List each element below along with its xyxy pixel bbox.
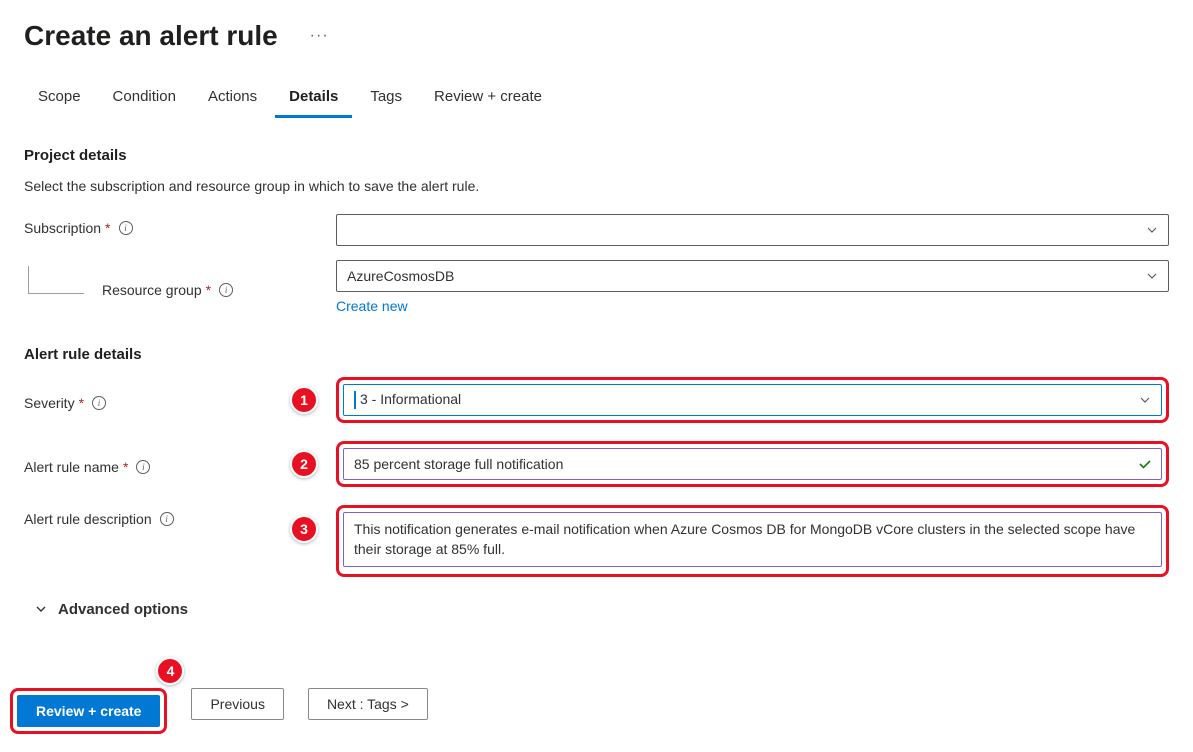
resource-group-label: Resource group xyxy=(102,282,202,298)
project-details-section: Project details Select the subscription … xyxy=(24,147,1169,314)
callout-badge-4: 4 xyxy=(156,657,184,685)
page-title: Create an alert rule xyxy=(24,20,278,52)
alert-rule-description-textarea[interactable] xyxy=(343,512,1162,567)
severity-label: Severity xyxy=(24,395,75,411)
tab-condition[interactable]: Condition xyxy=(99,80,190,118)
resource-group-value: AzureCosmosDB xyxy=(347,268,454,284)
chevron-down-icon xyxy=(34,602,48,616)
previous-button[interactable]: Previous xyxy=(191,688,283,720)
callout-badge-3: 3 xyxy=(290,515,318,543)
severity-row: Severity * i 1 3 - Informational xyxy=(24,377,1169,423)
alert-rule-name-row: Alert rule name * i 2 xyxy=(24,441,1169,487)
callout-badge-1: 1 xyxy=(290,386,318,414)
alert-rule-name-label-col: Alert rule name * i xyxy=(24,453,272,475)
required-star-icon: * xyxy=(123,459,128,475)
footer-bar: 4 Review + create Previous Next : Tags > xyxy=(0,670,1193,752)
details-content: Project details Select the subscription … xyxy=(0,119,1193,670)
advanced-options-label: Advanced options xyxy=(58,601,188,618)
callout-box-2 xyxy=(336,441,1169,487)
page-header: Create an alert rule ··· xyxy=(0,0,1193,60)
subscription-row: Subscription * i xyxy=(24,214,1169,246)
severity-value: 3 - Informational xyxy=(354,391,461,409)
next-tags-button[interactable]: Next : Tags > xyxy=(308,688,428,720)
alert-rule-details-section: Alert rule details Severity * i 1 3 - In… xyxy=(24,346,1169,618)
tab-tags[interactable]: Tags xyxy=(356,80,416,118)
alert-rule-details-title: Alert rule details xyxy=(24,346,1169,363)
resource-group-label-col: Resource group * i xyxy=(102,276,233,298)
more-actions-ellipsis-icon[interactable]: ··· xyxy=(306,23,333,49)
callout-box-3 xyxy=(336,505,1169,577)
resource-group-row: Resource group * i AzureCosmosDB Create … xyxy=(24,260,1169,314)
info-icon[interactable]: i xyxy=(219,283,233,297)
info-icon[interactable]: i xyxy=(160,512,174,526)
tab-review-create[interactable]: Review + create xyxy=(420,80,556,118)
required-star-icon: * xyxy=(206,282,211,298)
subscription-label: Subscription xyxy=(24,220,101,236)
chevron-down-icon xyxy=(1139,394,1151,406)
tab-actions[interactable]: Actions xyxy=(194,80,271,118)
check-icon xyxy=(1138,457,1152,471)
callout-box-4: 4 Review + create xyxy=(10,688,167,734)
tree-connector-icon xyxy=(28,266,84,294)
subscription-dropdown[interactable] xyxy=(336,214,1169,246)
callout-badge-2: 2 xyxy=(290,450,318,478)
tab-details[interactable]: Details xyxy=(275,80,352,118)
severity-label-col: Severity * i xyxy=(24,389,272,411)
alert-rule-description-label: Alert rule description xyxy=(24,511,152,527)
chevron-down-icon xyxy=(1146,224,1158,236)
info-icon[interactable]: i xyxy=(92,396,106,410)
info-icon[interactable]: i xyxy=(136,460,150,474)
create-new-link[interactable]: Create new xyxy=(336,298,408,314)
required-star-icon: * xyxy=(79,395,84,411)
chevron-down-icon xyxy=(1146,270,1158,282)
required-star-icon: * xyxy=(105,220,110,236)
tab-scope[interactable]: Scope xyxy=(24,80,95,118)
alert-rule-name-input[interactable] xyxy=(343,448,1162,480)
info-icon[interactable]: i xyxy=(119,221,133,235)
callout-box-1: 3 - Informational xyxy=(336,377,1169,423)
project-details-desc: Select the subscription and resource gro… xyxy=(24,178,1169,194)
tabs-bar: Scope Condition Actions Details Tags Rev… xyxy=(0,60,1193,119)
alert-rule-description-row: Alert rule description i 3 xyxy=(24,505,1169,577)
advanced-options-toggle[interactable]: Advanced options xyxy=(24,601,1169,618)
subscription-label-col: Subscription * i xyxy=(24,214,336,236)
severity-dropdown[interactable]: 3 - Informational xyxy=(343,384,1162,416)
resource-group-dropdown[interactable]: AzureCosmosDB xyxy=(336,260,1169,292)
alert-rule-description-label-col: Alert rule description i xyxy=(24,505,272,527)
project-details-title: Project details xyxy=(24,147,1169,164)
review-create-button[interactable]: Review + create xyxy=(17,695,160,727)
alert-rule-name-label: Alert rule name xyxy=(24,459,119,475)
